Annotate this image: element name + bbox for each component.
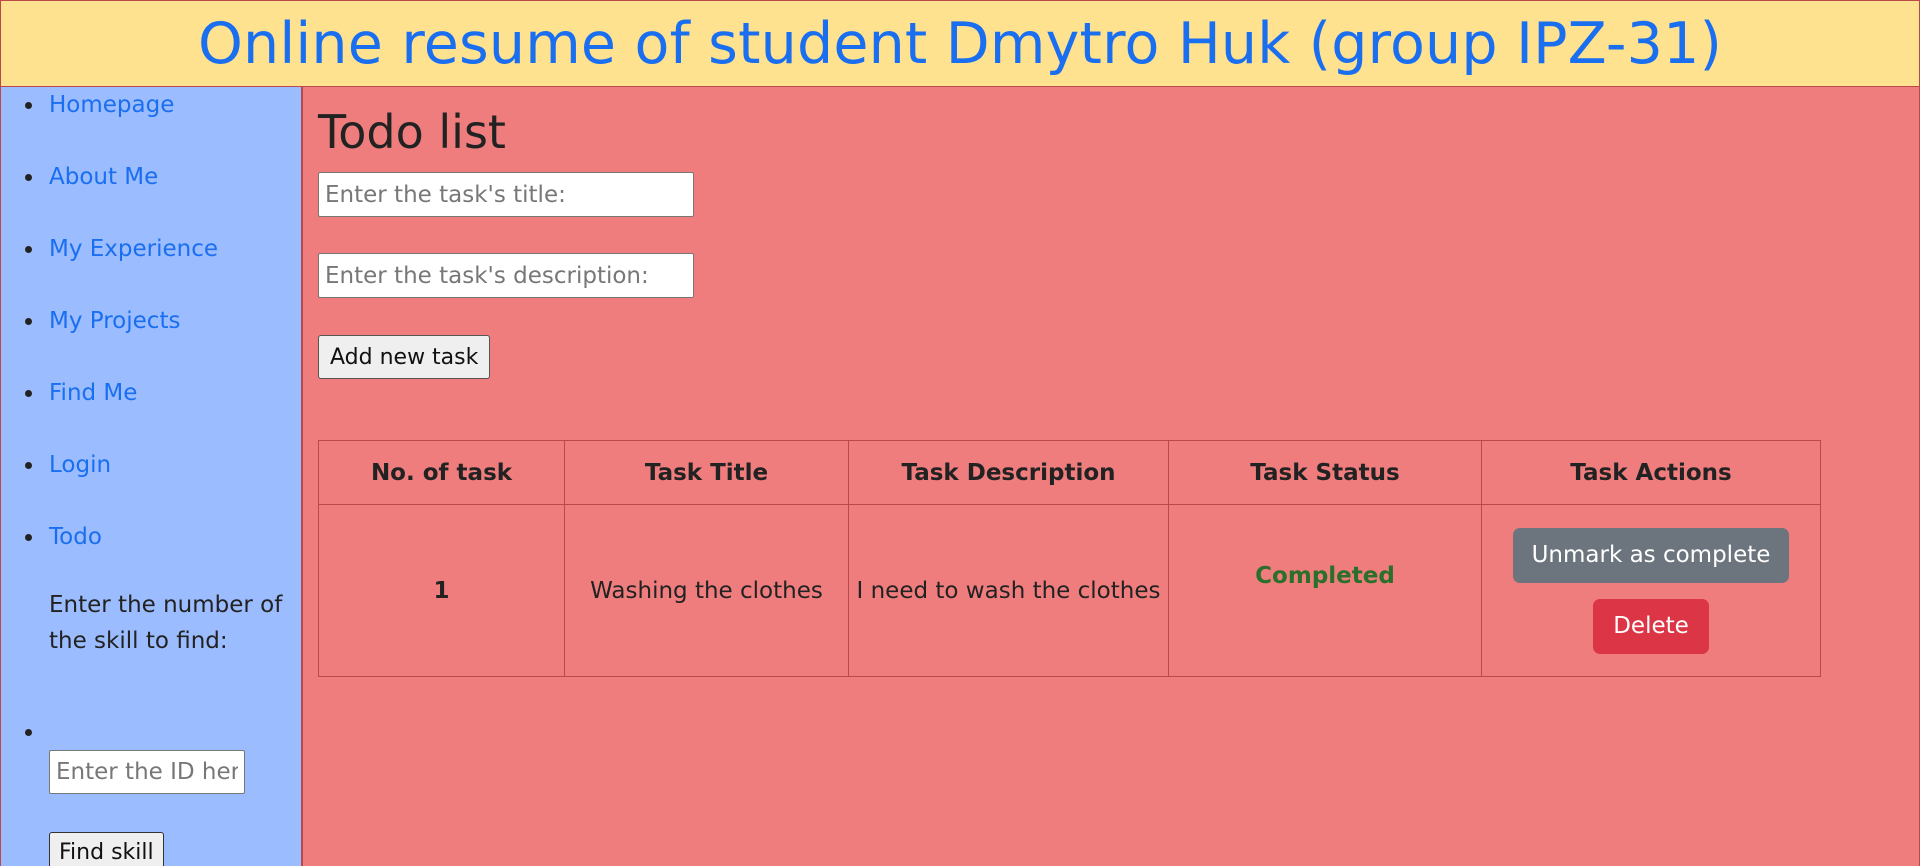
sidebar-link-login[interactable]: Login xyxy=(49,452,111,478)
sidebar-item-homepage: Homepage xyxy=(1,87,291,123)
sidebar-link-find-me[interactable]: Find Me xyxy=(49,380,137,406)
task-title-input[interactable] xyxy=(318,172,694,217)
bullet-icon xyxy=(25,461,32,469)
table-header-row: No. of task Task Title Task Description … xyxy=(318,440,1821,505)
find-skill-button[interactable]: Find skill xyxy=(49,832,164,866)
column-header-description: Task Description xyxy=(848,440,1169,505)
bullet-icon xyxy=(25,533,32,541)
status-badge: Completed xyxy=(1255,563,1395,589)
bullet-icon xyxy=(25,101,32,109)
sidebar-item-login: Login xyxy=(1,447,291,483)
todo-heading: Todo list xyxy=(318,105,506,159)
main-content: Todo list Add new task No. of task Task … xyxy=(303,87,1920,866)
sidebar-item-todo: Todo xyxy=(1,519,291,555)
page-header: Online resume of student Dmytro Huk (gro… xyxy=(0,0,1920,87)
task-actions-cell: Unmark as complete Delete xyxy=(1481,504,1821,677)
column-header-status: Task Status xyxy=(1168,440,1482,505)
sidebar-link-my-experience[interactable]: My Experience xyxy=(49,236,218,262)
task-actions: Unmark as complete Delete xyxy=(1482,527,1820,654)
skill-id-input[interactable] xyxy=(49,750,245,794)
skill-finder-label: Enter the number of the skill to find: xyxy=(49,592,283,654)
sidebar-item-about-me: About Me xyxy=(1,159,291,195)
task-description-input[interactable] xyxy=(318,253,694,298)
bullet-icon xyxy=(25,173,32,181)
sidebar: Homepage About Me My Experience My Proje… xyxy=(0,87,303,866)
unmark-complete-button[interactable]: Unmark as complete xyxy=(1512,527,1790,583)
bullet-icon xyxy=(25,317,32,325)
sidebar-link-homepage[interactable]: Homepage xyxy=(49,92,174,118)
sidebar-link-my-projects[interactable]: My Projects xyxy=(49,308,180,334)
task-status-cell: Completed xyxy=(1168,504,1482,677)
task-title-cell: Washing the clothes xyxy=(564,504,849,677)
delete-task-button[interactable]: Delete xyxy=(1593,598,1709,654)
sidebar-link-about-me[interactable]: About Me xyxy=(49,164,158,190)
task-description-cell: I need to wash the clothes xyxy=(848,504,1169,677)
bullet-icon xyxy=(25,245,32,253)
sidebar-item-find-me: Find Me xyxy=(1,375,291,411)
bullet-icon xyxy=(25,729,32,736)
sidebar-item-my-projects: My Projects xyxy=(1,303,291,339)
task-number-cell: 1 xyxy=(318,504,565,677)
todo-table: No. of task Task Title Task Description … xyxy=(318,440,1821,677)
sidebar-item-my-experience: My Experience xyxy=(1,231,291,267)
add-task-button[interactable]: Add new task xyxy=(318,335,491,379)
column-header-title: Task Title xyxy=(564,440,849,505)
page-title: Online resume of student Dmytro Huk (gro… xyxy=(197,10,1723,77)
column-header-number: No. of task xyxy=(318,440,565,505)
table-row: 1 Washing the clothes I need to wash the… xyxy=(318,504,1821,677)
bullet-icon xyxy=(25,389,32,397)
page-layout: Homepage About Me My Experience My Proje… xyxy=(0,87,1920,866)
sidebar-link-todo[interactable]: Todo xyxy=(49,524,102,550)
column-header-actions: Task Actions xyxy=(1481,440,1821,505)
